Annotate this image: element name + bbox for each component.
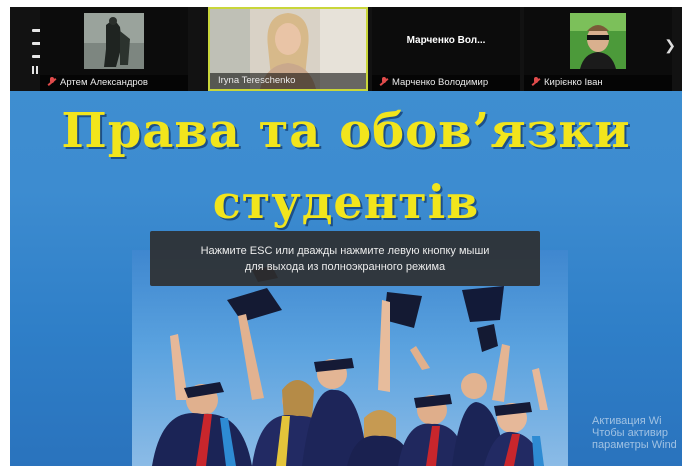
participant-strip: Артем Александров Iryna Tereschenko Марч… <box>10 7 682 91</box>
participant-tile-2[interactable]: Iryna Tereschenko <box>208 7 368 91</box>
screen-share: Артем Александров Iryna Tereschenko Марч… <box>10 7 682 466</box>
mic-muted-icon <box>532 77 540 86</box>
fullscreen-notice-line1: Нажмите ESC или дважды нажмите левую кно… <box>200 245 490 257</box>
participant-video <box>570 13 626 69</box>
view-controls[interactable] <box>10 19 42 91</box>
fullscreen-notice: Нажмите ESC или дважды нажмите левую кно… <box>150 231 540 286</box>
participant-video <box>84 13 144 69</box>
participant-tile-3[interactable]: Марченко Вол... Марченко Володимир <box>372 7 520 91</box>
mic-muted-icon <box>380 77 388 86</box>
participant-name: Марченко Володимир <box>372 75 520 91</box>
participant-tile-1[interactable]: Артем Александров <box>40 7 188 91</box>
participant-name: Кирієнко Іван <box>524 75 672 91</box>
participant-tile-4[interactable]: Кирієнко Іван <box>524 7 672 91</box>
mic-muted-icon <box>48 77 56 86</box>
participant-display-name: Марченко Вол... <box>406 35 486 46</box>
participant-name: Iryna Tereschenko <box>210 73 366 89</box>
slide-title-line2: студентів <box>212 175 480 229</box>
chevron-right-icon[interactable]: ❯ <box>664 37 676 54</box>
slide-title-line1: Права та обов’язки <box>61 103 631 159</box>
participant-name: Артем Александров <box>40 75 188 91</box>
windows-activation-watermark: Активация Wi Чтобы активир параметры Win… <box>592 415 677 451</box>
fullscreen-notice-line2: для выхода из полноэкранного режима <box>244 261 446 273</box>
